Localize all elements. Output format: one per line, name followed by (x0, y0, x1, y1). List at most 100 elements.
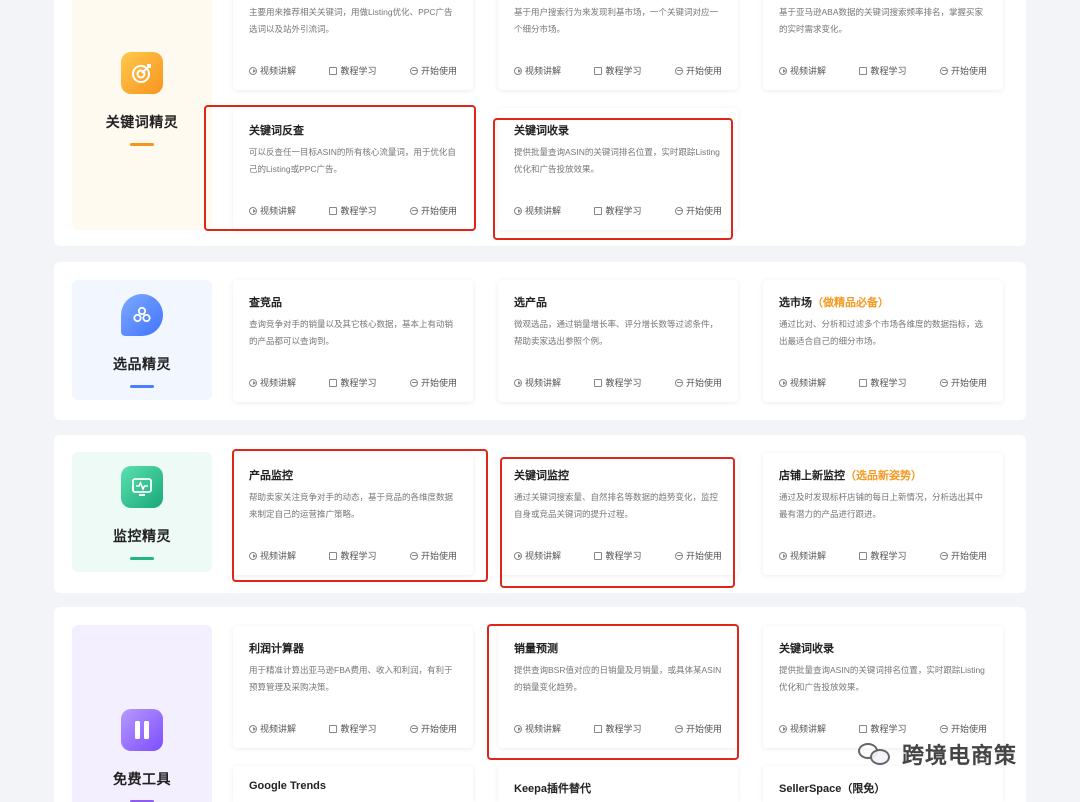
document-icon (329, 206, 338, 215)
video-link[interactable]: 视频讲解 (514, 204, 561, 217)
tool-card-store-monitor[interactable]: 店铺上新监控（选品新姿势） 通过及时发现标杆店铺的每日上新情况，分析选出其中最有… (763, 453, 1003, 575)
tool-card-market[interactable]: 选市场（做精品必备） 通过比对、分析和过滤多个市场各维度的数据指标，选出最适合自… (763, 280, 1003, 402)
play-icon (514, 206, 522, 215)
document-icon (859, 66, 868, 75)
card-title: 关键词监控 (514, 470, 569, 482)
tool-card-keepa[interactable]: Keepa插件替代 (498, 766, 738, 802)
category-keyword[interactable]: 关键词精灵 (72, 0, 212, 230)
tutorial-link[interactable]: 教程学习 (329, 204, 377, 217)
card-description: 通过及时发现标杆店铺的每日上新情况，分析选出其中最有潜力的产品进行跟进。 (779, 492, 984, 519)
start-link[interactable]: 开始使用 (409, 549, 457, 562)
start-link[interactable]: 开始使用 (939, 376, 987, 389)
video-link[interactable]: 视频讲解 (249, 64, 296, 77)
tutorial-link[interactable]: 教程学习 (859, 722, 907, 735)
video-link[interactable]: 视频讲解 (249, 549, 296, 562)
video-link[interactable]: 视频讲解 (779, 549, 826, 562)
tool-card[interactable]: 基于亚马逊ABA数据的关键词搜索频率排名，掌握买家的实时需求变化。 视频讲解 教… (763, 0, 1003, 90)
start-link[interactable]: 开始使用 (939, 549, 987, 562)
arrow-right-icon (674, 378, 683, 387)
play-icon (249, 551, 257, 560)
tool-card[interactable]: 主要用来推荐相关关键词，用做Listing优化、PPC广告选词以及站外引流词。 … (233, 0, 473, 90)
arrow-right-icon (409, 66, 418, 75)
play-icon (249, 206, 257, 215)
document-icon (594, 206, 603, 215)
play-icon (514, 724, 522, 733)
card-title: Keepa插件替代 (514, 783, 592, 795)
video-link[interactable]: 视频讲解 (249, 204, 296, 217)
start-link[interactable]: 开始使用 (409, 376, 457, 389)
tool-card-keyword-monitor[interactable]: 关键词监控 通过关键词搜索量、自然排名等数据的趋势变化，监控自身或竞品关键词的提… (498, 453, 738, 575)
video-link[interactable]: 视频讲解 (514, 722, 561, 735)
tutorial-link[interactable]: 教程学习 (859, 376, 907, 389)
video-link[interactable]: 视频讲解 (779, 722, 826, 735)
tutorial-link[interactable]: 教程学习 (859, 64, 907, 77)
video-link[interactable]: 视频讲解 (514, 549, 561, 562)
category-label: 选品精灵 (113, 356, 171, 372)
wechat-icon (858, 741, 892, 767)
card-title: 关键词收录 (779, 643, 834, 655)
video-link[interactable]: 视频讲解 (514, 376, 561, 389)
video-link[interactable]: 视频讲解 (249, 376, 296, 389)
tutorial-link[interactable]: 教程学习 (329, 376, 377, 389)
tool-card-keyword-reverse[interactable]: 关键词反查 可以反查任一目标ASIN的所有核心流量词，用于优化自己的Listin… (233, 108, 473, 230)
card-title: 销量预测 (514, 643, 558, 655)
play-icon (514, 66, 522, 75)
video-link[interactable]: 视频讲解 (249, 722, 296, 735)
play-icon (249, 66, 257, 75)
video-link[interactable]: 视频讲解 (779, 376, 826, 389)
category-label: 监控精灵 (113, 528, 171, 544)
tutorial-link[interactable]: 教程学习 (329, 549, 377, 562)
category-monitor[interactable]: 监控精灵 (72, 452, 212, 572)
tool-card-google-trends[interactable]: Google Trends (233, 766, 473, 802)
category-label: 关键词精灵 (105, 114, 179, 130)
category-underline (130, 385, 154, 388)
video-link[interactable]: 视频讲解 (514, 64, 561, 77)
start-link[interactable]: 开始使用 (674, 204, 722, 217)
play-icon (779, 551, 787, 560)
card-description: 可以反查任一目标ASIN的所有核心流量词，用于优化自己的Listing或PPC广… (249, 147, 456, 174)
arrow-right-icon (939, 724, 948, 733)
start-link[interactable]: 开始使用 (674, 722, 722, 735)
watermark: 跨境电商策 (858, 738, 1017, 770)
arrow-right-icon (409, 724, 418, 733)
tutorial-link[interactable]: 教程学习 (594, 549, 642, 562)
tool-card-keyword-index-2[interactable]: 关键词收录 提供批量查询ASIN的关键词排名位置，实时跟踪Listing优化和广… (763, 626, 1003, 748)
start-link[interactable]: 开始使用 (939, 64, 987, 77)
category-product[interactable]: 选品精灵 (72, 280, 212, 400)
tool-card-profit[interactable]: 利润计算器 用于精准计算出亚马逊FBA费用、收入和利润，有利于预算管理及采购决策… (233, 626, 473, 748)
arrow-right-icon (939, 66, 948, 75)
tutorial-link[interactable]: 教程学习 (594, 376, 642, 389)
tool-card-competitor[interactable]: 查竞品 查询竞争对手的销量以及其它核心数据，基本上有动销的产品都可以查询到。 视… (233, 280, 473, 402)
tool-card-product-monitor[interactable]: 产品监控 帮助卖家关注竞争对手的动态，基于竞品的各维度数据来制定自己的运营推广策… (233, 453, 473, 575)
category-underline (130, 143, 154, 146)
video-link[interactable]: 视频讲解 (779, 64, 826, 77)
tutorial-link[interactable]: 教程学习 (329, 64, 377, 77)
tool-card[interactable]: 基于用户搜索行为来发现利基市场，一个关键词对应一个细分市场。 视频讲解 教程学习… (498, 0, 738, 90)
tutorial-link[interactable]: 教程学习 (329, 722, 377, 735)
tool-card-product[interactable]: 选产品 微观选品，通过销量增长率、评分增长数等过滤条件，帮助卖家选出参照个例。 … (498, 280, 738, 402)
start-link[interactable]: 开始使用 (674, 64, 722, 77)
tutorial-link[interactable]: 教程学习 (594, 204, 642, 217)
target-icon (121, 52, 163, 94)
monitor-icon (121, 466, 163, 508)
start-link[interactable]: 开始使用 (409, 64, 457, 77)
tutorial-link[interactable]: 教程学习 (594, 722, 642, 735)
tutorial-link[interactable]: 教程学习 (594, 64, 642, 77)
tutorial-link[interactable]: 教程学习 (859, 549, 907, 562)
start-link[interactable]: 开始使用 (409, 722, 457, 735)
card-title: 选市场（做精品必备） (779, 297, 889, 309)
card-description: 通过比对、分析和过滤多个市场各维度的数据指标，选出最适合自己的细分市场。 (779, 319, 984, 346)
play-icon (514, 378, 522, 387)
tool-card-keyword-index[interactable]: 关键词收录 提供批量查询ASIN的关键词排名位置，实时跟踪Listing优化和广… (498, 108, 738, 230)
start-link[interactable]: 开始使用 (939, 722, 987, 735)
start-link[interactable]: 开始使用 (674, 376, 722, 389)
category-free-tools[interactable]: 免费工具 (72, 625, 212, 802)
tool-card-sales-estimate[interactable]: 销量预测 提供查询BSR值对应的日销量及月销量，或具体某ASIN的销量变化趋势。… (498, 626, 738, 748)
play-icon (249, 724, 257, 733)
arrow-right-icon (674, 206, 683, 215)
start-link[interactable]: 开始使用 (674, 549, 722, 562)
arrow-right-icon (674, 551, 683, 560)
tool-card-sellerspace[interactable]: SellerSpace（限免） (763, 766, 1003, 802)
card-title: 产品监控 (249, 470, 293, 482)
start-link[interactable]: 开始使用 (409, 204, 457, 217)
